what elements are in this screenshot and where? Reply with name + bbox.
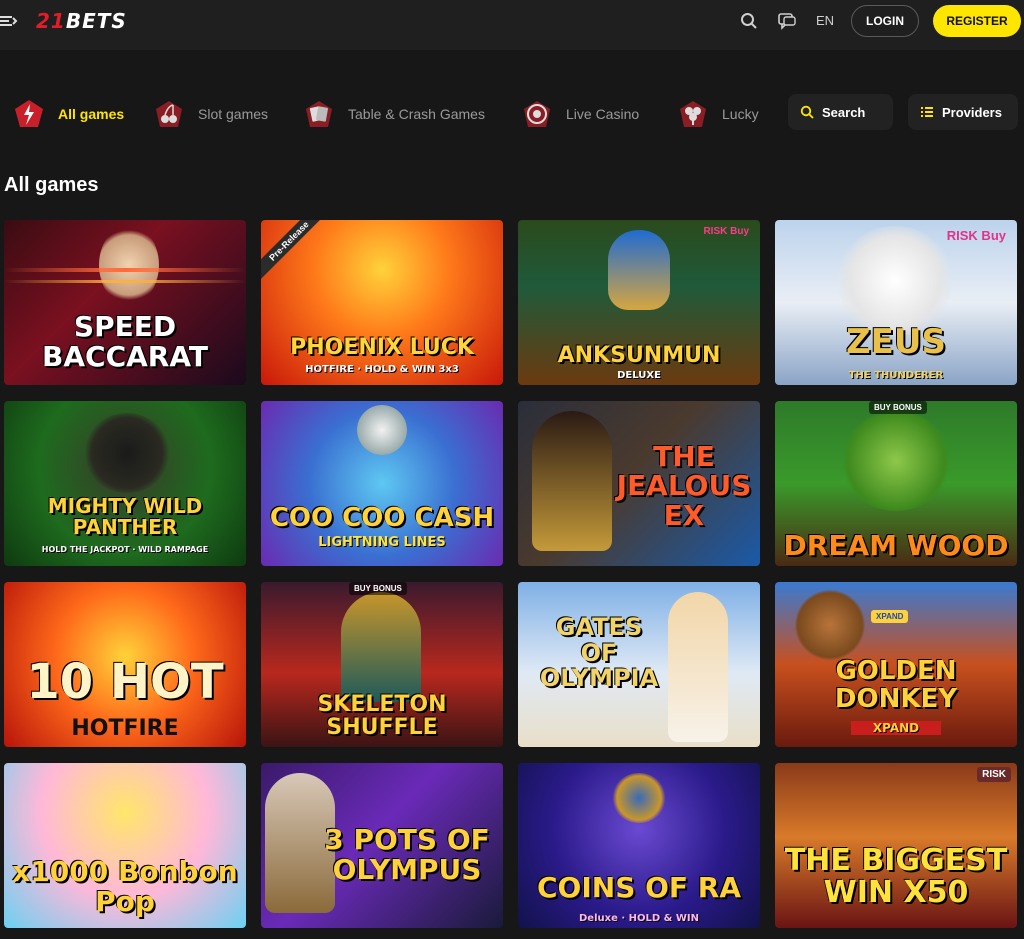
section-title: All games bbox=[4, 174, 99, 196]
zeus-figure bbox=[835, 226, 955, 336]
game-tile[interactable]: MIGHTY WILD PANTHER HOLD THE JACKPOT · W… bbox=[4, 401, 246, 566]
game-badge: BUY BONUS bbox=[349, 582, 407, 595]
language-selector[interactable]: EN bbox=[816, 13, 834, 28]
game-tile[interactable]: SPEED BACCARAT bbox=[4, 220, 246, 385]
search-icon bbox=[800, 105, 814, 119]
game-badge: Pre-Release bbox=[261, 220, 330, 282]
game-tile[interactable]: 3 POTS OF OLYMPUS bbox=[261, 763, 503, 928]
game-search-button[interactable]: Search bbox=[788, 94, 893, 130]
panther-figure bbox=[84, 413, 170, 493]
logo-word: BETS bbox=[65, 9, 127, 33]
game-subtitle: XPAND bbox=[851, 721, 941, 735]
site-logo[interactable]: 21BETS bbox=[36, 9, 127, 33]
game-title: SPEED BACCARAT bbox=[42, 310, 208, 373]
all-games-icon bbox=[12, 97, 46, 131]
tab-label: Table & Crash Games bbox=[348, 106, 485, 122]
tab-label: Live Casino bbox=[566, 106, 640, 122]
register-button[interactable]: REGISTER bbox=[933, 5, 1021, 37]
tab-label: All games bbox=[58, 106, 125, 122]
list-icon bbox=[921, 107, 933, 117]
category-nav: All games Slot games Table & Crash Games… bbox=[0, 92, 780, 136]
game-title: GATES OF OLYMPIA bbox=[539, 613, 659, 692]
tab-lucky[interactable]: Lucky bbox=[676, 92, 759, 136]
dealer-figure bbox=[99, 225, 159, 305]
game-title: MIGHTY WILD PANTHER bbox=[47, 494, 203, 539]
game-subtitle: DELUXE bbox=[617, 370, 661, 381]
cards-icon bbox=[302, 97, 336, 131]
cherries-icon bbox=[152, 97, 186, 131]
game-subtitle: LIGHTNING LINES bbox=[318, 535, 446, 550]
skeleton-figure bbox=[341, 592, 421, 702]
game-title: THE BIGGEST WIN X50 bbox=[784, 843, 1008, 910]
tab-table-crash-games[interactable]: Table & Crash Games bbox=[302, 92, 485, 136]
game-title: ANKSUNMUN bbox=[557, 342, 721, 368]
game-title: 10 HOT bbox=[26, 653, 224, 710]
game-subtitle: THE THUNDERER bbox=[848, 370, 944, 381]
game-badge: RISK Buy bbox=[703, 226, 749, 237]
game-tile[interactable]: RISK Buy ZEUS THE THUNDERER bbox=[775, 220, 1017, 385]
game-title: x1000 Bonbon Pop bbox=[12, 855, 238, 918]
game-title: GOLDEN DONKEY bbox=[834, 656, 958, 714]
game-subtitle: Deluxe · HOLD & WIN bbox=[579, 913, 699, 924]
game-badge: RISK bbox=[977, 767, 1011, 782]
providers-label: Providers bbox=[942, 104, 1002, 120]
tab-live-casino[interactable]: Live Casino bbox=[520, 92, 639, 136]
game-title: THE JEALOUS EX bbox=[616, 439, 752, 532]
chat-icon[interactable] bbox=[778, 12, 796, 30]
game-tile[interactable]: THE JEALOUS EX bbox=[518, 401, 760, 566]
game-tile[interactable]: BUY BONUS DREAM WOOD bbox=[775, 401, 1017, 566]
game-badge: RISK Buy bbox=[946, 228, 1006, 243]
game-tile[interactable]: XPAND GOLDEN DONKEY XPAND bbox=[775, 582, 1017, 747]
game-title: COO COO CASH bbox=[269, 502, 495, 533]
login-button[interactable]: LOGIN bbox=[851, 5, 919, 37]
woman-figure bbox=[532, 411, 612, 551]
goddess-figure bbox=[668, 592, 728, 742]
game-title: COINS OF RA bbox=[536, 870, 742, 904]
game-title: 3 POTS OF OLYMPUS bbox=[324, 823, 490, 886]
game-tile[interactable]: COINS OF RA Deluxe · HOLD & WIN bbox=[518, 763, 760, 928]
search-label: Search bbox=[822, 104, 866, 120]
tab-label: Slot games bbox=[198, 106, 269, 122]
tree-figure bbox=[841, 411, 951, 511]
tab-all-games[interactable]: All games bbox=[12, 92, 124, 136]
search-icon[interactable] bbox=[740, 12, 758, 30]
donkey-figure bbox=[795, 590, 865, 660]
game-badge: BUY BONUS bbox=[869, 401, 927, 414]
queen-figure bbox=[608, 230, 670, 310]
tab-slot-games[interactable]: Slot games bbox=[152, 92, 268, 136]
game-subtitle: HOLD THE JACKPOT · WILD RAMPAGE bbox=[41, 545, 209, 554]
logo-number: 21 bbox=[36, 9, 66, 33]
game-title: PHOENIX LUCK bbox=[290, 334, 474, 360]
clover-icon bbox=[676, 97, 710, 131]
game-title: SKELETON SHUFFLE bbox=[317, 691, 447, 740]
roulette-icon bbox=[520, 97, 554, 131]
game-tile[interactable]: BUY BONUS SKELETON SHUFFLE bbox=[261, 582, 503, 747]
game-tile[interactable]: GATES OF OLYMPIA bbox=[518, 582, 760, 747]
tab-label: Lucky bbox=[722, 106, 759, 122]
game-badge: XPAND bbox=[871, 610, 909, 623]
game-title: DREAM WOOD bbox=[783, 528, 1009, 562]
game-title: ZEUS bbox=[846, 322, 946, 363]
game-tile[interactable]: RISK THE BIGGEST WIN X50 bbox=[775, 763, 1017, 928]
game-subtitle: HOTFIRE bbox=[71, 716, 179, 741]
game-tile[interactable]: RISK Buy ANKSUNMUN DELUXE bbox=[518, 220, 760, 385]
providers-button[interactable]: Providers bbox=[908, 94, 1018, 130]
menu-expand-icon[interactable] bbox=[0, 12, 18, 30]
top-header: 21BETS EN LOGIN REGISTER bbox=[0, 0, 1024, 50]
game-tile[interactable]: Pre-Release PHOENIX LUCK HOTFIRE · HOLD … bbox=[261, 220, 503, 385]
pharaoh-figure bbox=[612, 773, 666, 823]
game-tile[interactable]: COO COO CASH LIGHTNING LINES bbox=[261, 401, 503, 566]
game-subtitle: HOTFIRE · HOLD & WIN 3x3 bbox=[305, 364, 459, 375]
game-tile[interactable]: x1000 Bonbon Pop bbox=[4, 763, 246, 928]
character-figure bbox=[357, 405, 407, 455]
game-tile[interactable]: 10 HOT HOTFIRE bbox=[4, 582, 246, 747]
